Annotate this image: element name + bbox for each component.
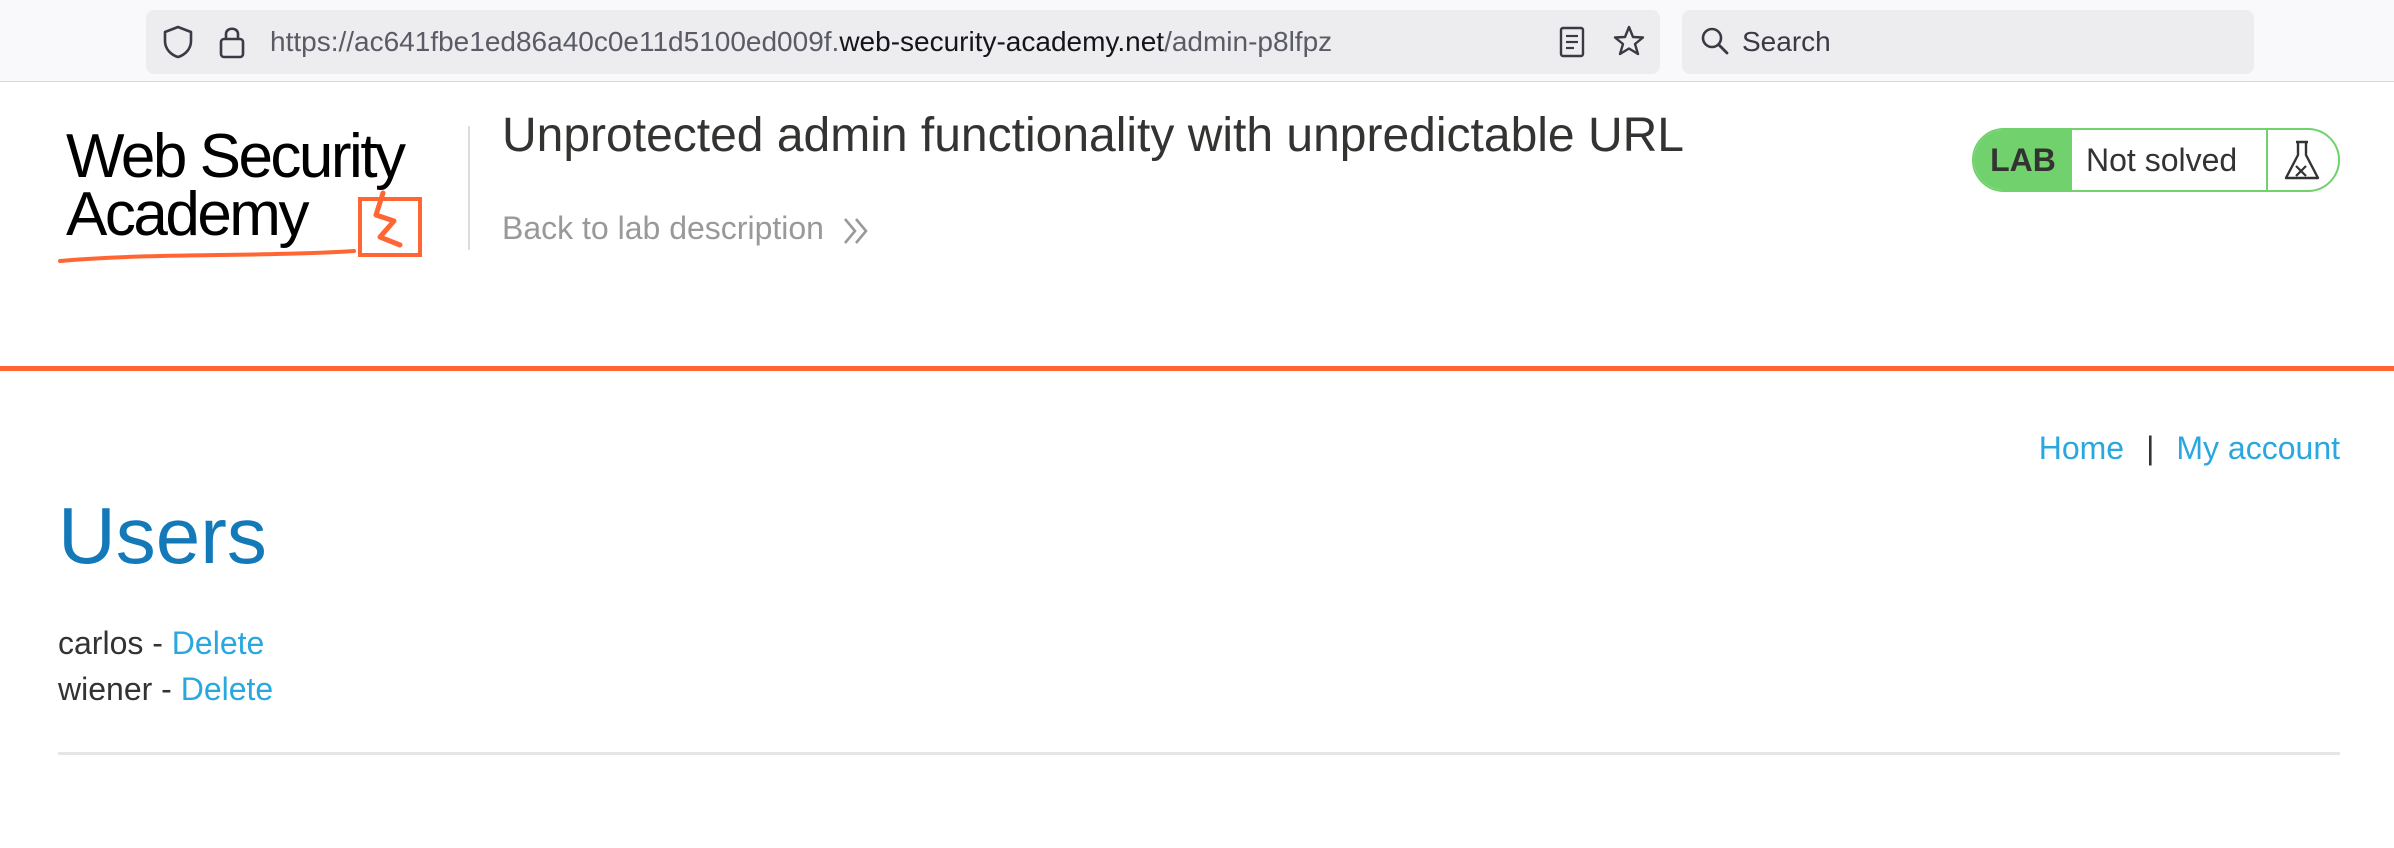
browser-toolbar: https://ac641fbe1ed86a40c0e11d5100ed009f… (0, 0, 2394, 82)
web-security-academy-logo[interactable]: Web Security Academy (58, 122, 462, 276)
nav-separator: | (2146, 430, 2155, 466)
url-domain: web-security-academy.net (839, 26, 1165, 57)
lab-status-text: Not solved (2086, 142, 2238, 178)
status-separator (2266, 130, 2268, 190)
page-title: Users (58, 491, 267, 580)
url-bar[interactable]: https://ac641fbe1ed86a40c0e11d5100ed009f… (146, 10, 1660, 74)
header-divider (468, 126, 470, 250)
user-row-carlos: carlos - Delete (58, 620, 273, 666)
my-account-link[interactable]: My account (2176, 430, 2340, 466)
back-to-lab-description-link[interactable]: Back to lab description (502, 210, 868, 247)
url-path: /admin-p8lfpz (1164, 26, 1333, 57)
lab-badge: LAB (1974, 130, 2072, 190)
search-placeholder: Search (1742, 26, 1831, 57)
back-link-label: Back to lab description (502, 210, 824, 246)
flask-icon (2280, 138, 2324, 189)
lock-icon[interactable] (218, 24, 246, 65)
header-accent-rule (0, 366, 2394, 371)
content-divider (58, 752, 2340, 755)
lab-title: Unprotected admin functionality with unp… (502, 109, 1684, 162)
browser-search-bar[interactable]: Search (1682, 10, 2254, 74)
lab-status-widget: LAB Not solved (1972, 128, 2340, 192)
reader-view-icon[interactable] (1558, 26, 1586, 63)
user-name: carlos (58, 625, 144, 661)
user-row-wiener: wiener - Delete (58, 666, 273, 712)
home-link[interactable]: Home (2039, 430, 2124, 466)
logo-line2: Academy (66, 180, 309, 249)
search-icon (1700, 26, 1730, 61)
double-chevron-right-icon (842, 216, 870, 254)
bookmark-star-icon[interactable] (1612, 24, 1646, 63)
user-separator: - (152, 671, 181, 707)
tracking-protection-shield-icon[interactable] (162, 25, 194, 64)
users-list: carlos - Delete wiener - Delete (58, 620, 273, 712)
user-separator: - (143, 625, 172, 661)
url-text[interactable]: https://ac641fbe1ed86a40c0e11d5100ed009f… (270, 10, 1332, 74)
url-prefix: https://ac641fbe1ed86a40c0e11d5100ed009f… (270, 26, 840, 57)
top-navigation: Home | My account (2039, 430, 2340, 467)
delete-wiener-link[interactable]: Delete (181, 671, 274, 707)
user-name: wiener (58, 671, 153, 707)
delete-carlos-link[interactable]: Delete (172, 625, 265, 661)
